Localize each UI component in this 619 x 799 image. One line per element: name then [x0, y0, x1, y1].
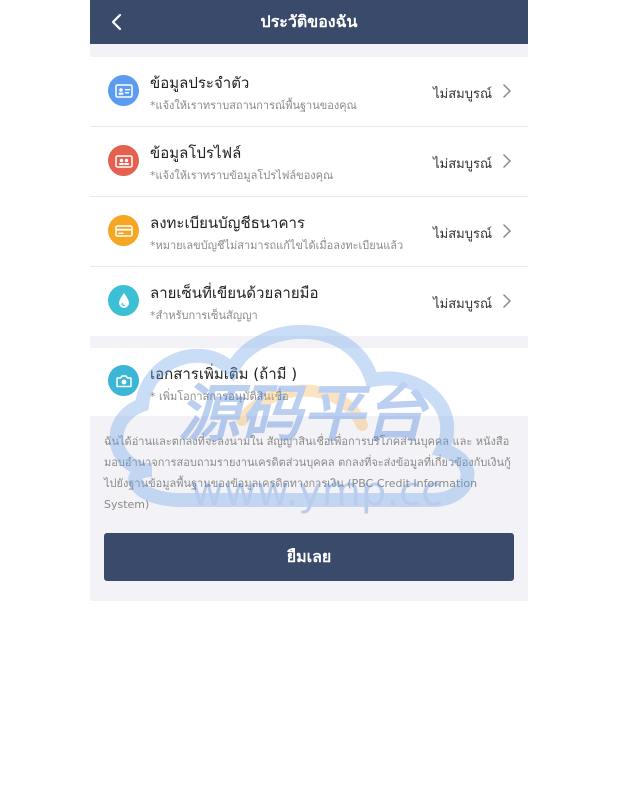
item-title: ลายเซ็นที่เขียนด้วยลายมือ: [150, 284, 319, 302]
item-subtitle: *แจ้งให้เราทราบสถานการณ์พื้นฐานของคุณ: [150, 99, 357, 112]
page-title: ประวัติของฉัน: [260, 12, 358, 31]
camera-icon: [108, 365, 139, 396]
back-button[interactable]: [102, 8, 130, 36]
item-subtitle: *สำหรับการเซ็นสัญญา: [150, 309, 258, 322]
id-card-icon: [108, 75, 139, 106]
signature-drop-icon: [108, 285, 139, 316]
item-handwritten-signature[interactable]: ลายเซ็นที่เขียนด้วยลายมือ *สำหรับการเซ็น…: [90, 267, 528, 336]
item-profile-info[interactable]: ข้อมูลโปรไฟล์ *แจ้งให้เราทราบข้อมูลโปรไฟ…: [90, 127, 528, 197]
profile-card-icon: [108, 145, 139, 176]
status-label: ไม่สมบูรณ์: [433, 297, 492, 312]
chevron-right-icon: [503, 84, 511, 98]
item-subtitle: *หมายเลขบัญชีไม่สามารถแก้ไขได้เมื่อลงทะเ…: [150, 239, 404, 252]
borrow-now-button[interactable]: ยืมเลย: [104, 533, 514, 581]
item-additional-documents[interactable]: เอกสารเพิ่มเติม (ถ้ามี ) * เพิ่มโอกาสการ…: [90, 348, 528, 416]
item-subtitle: *แจ้งให้เราทราบข้อมูลโปรไฟล์ของคุณ: [150, 169, 334, 182]
status-label: ไม่สมบูรณ์: [433, 227, 492, 242]
nav-header: ประวัติของฉัน: [90, 0, 528, 44]
chevron-right-icon: [503, 294, 511, 308]
status-label: ไม่สมบูรณ์: [433, 157, 492, 172]
item-title: ลงทะเบียนบัญชีธนาคาร: [150, 214, 305, 232]
profile-section-list: ข้อมูลประจำตัว *แจ้งให้เราทราบสถานการณ์พ…: [90, 57, 528, 336]
chevron-right-icon: [503, 224, 511, 238]
item-title: เอกสารเพิ่มเติม (ถ้ามี ): [150, 365, 298, 383]
chevron-right-icon: [503, 154, 511, 168]
item-title: ข้อมูลประจำตัว: [150, 74, 250, 92]
item-title: ข้อมูลโปรไฟล์: [150, 144, 242, 162]
item-identity-info[interactable]: ข้อมูลประจำตัว *แจ้งให้เราทราบสถานการณ์พ…: [90, 57, 528, 127]
back-chevron-icon: [111, 13, 122, 31]
status-label: ไม่สมบูรณ์: [433, 87, 492, 102]
bank-card-icon: [108, 215, 139, 246]
item-bank-account[interactable]: ลงทะเบียนบัญชีธนาคาร *หมายเลขบัญชีไม่สาม…: [90, 197, 528, 267]
app-screen: ประวัติของฉัน ข้อมูลประจำตัว *แจ้งให้เรา…: [90, 0, 528, 601]
consent-text[interactable]: ฉันได้อ่านและตกลงที่จะลงนามใน สัญญาสินเช…: [104, 431, 516, 515]
item-subtitle: * เพิ่มโอกาสการอนุมัติสินเชื่อ: [150, 390, 289, 403]
